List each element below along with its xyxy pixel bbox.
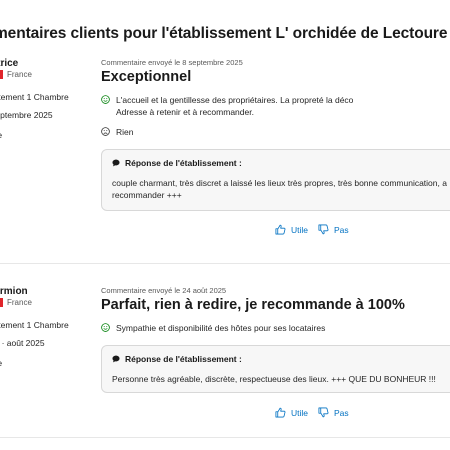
response-header: Réponse de l'établissement : — [112, 354, 450, 364]
positive-text: L'accueil et la gentillesse des propriét… — [116, 95, 354, 117]
negative-comment: Rien — [101, 126, 376, 138]
traveler-type: uple — [0, 130, 2, 140]
review-divider — [0, 437, 450, 438]
speech-bubble-icon — [112, 159, 120, 167]
happy-face-icon — [101, 323, 110, 332]
sad-face-icon — [101, 127, 110, 136]
review-actions: Utile Pas — [275, 224, 349, 235]
response-header: Réponse de l'établissement : — [112, 158, 450, 168]
response-title: Réponse de l'établissement : — [125, 158, 242, 168]
review-date: Commentaire envoyé le 24 août 2025 — [101, 286, 227, 295]
france-flag-icon — [0, 298, 3, 307]
stay-date: · septembre 2025 — [0, 110, 53, 120]
helpful-label: Utile — [291, 224, 309, 235]
not-helpful-label: Pas — [334, 224, 349, 235]
positive-text: Sympathie et disponibilité des hôtes pou… — [116, 323, 326, 333]
thumbs-down-icon — [318, 407, 329, 418]
review-headline: Exceptionnel — [101, 69, 192, 85]
happy-face-icon — [101, 95, 110, 104]
negative-text: Rien — [116, 127, 134, 137]
thumbs-down-icon — [318, 224, 329, 235]
positive-comment: Sympathie et disponibilité des hôtes pou… — [101, 322, 376, 334]
france-flag-icon — [0, 70, 3, 79]
page-title: mentaires clients pour l'établissement L… — [0, 25, 448, 42]
helpful-button[interactable]: Utile — [275, 224, 308, 235]
thumbs-up-icon — [275, 407, 286, 418]
country-label: France — [7, 298, 32, 307]
response-title: Réponse de l'établissement : — [125, 354, 242, 364]
review-divider — [0, 263, 450, 264]
helpful-label: Utile — [291, 407, 309, 418]
positive-comment: L'accueil et la gentillesse des propriét… — [101, 94, 376, 118]
response-text: couple charmant, très discret a laissé l… — [112, 178, 447, 200]
not-helpful-button[interactable]: Pas — [318, 407, 349, 418]
not-helpful-button[interactable]: Pas — [318, 224, 349, 235]
room-type: partement 1 Chambre — [0, 320, 69, 330]
helpful-button[interactable]: Utile — [275, 407, 308, 418]
reviewer-country: France — [0, 298, 32, 307]
room-type: partement 1 Chambre — [0, 92, 69, 102]
stay-date: ults · août 2025 — [0, 338, 45, 348]
reviewer-country: France — [0, 70, 32, 79]
reviewer-name: eatrice — [0, 58, 19, 69]
property-response: Réponse de l'établissement : Personne tr… — [101, 345, 450, 393]
property-response: Réponse de l'établissement : couple char… — [101, 149, 450, 211]
reviewer-name: Marmion — [0, 286, 28, 297]
review-headline: Parfait, rien à redire, je recommande à … — [101, 297, 405, 313]
response-text: Personne très agréable, discrète, respec… — [112, 374, 436, 384]
thumbs-up-icon — [275, 224, 286, 235]
review-actions: Utile Pas — [275, 407, 349, 418]
not-helpful-label: Pas — [334, 407, 349, 418]
review-date: Commentaire envoyé le 8 septembre 2025 — [101, 58, 243, 67]
country-label: France — [7, 70, 32, 79]
speech-bubble-icon — [112, 355, 120, 363]
traveler-type: uple — [0, 358, 2, 368]
